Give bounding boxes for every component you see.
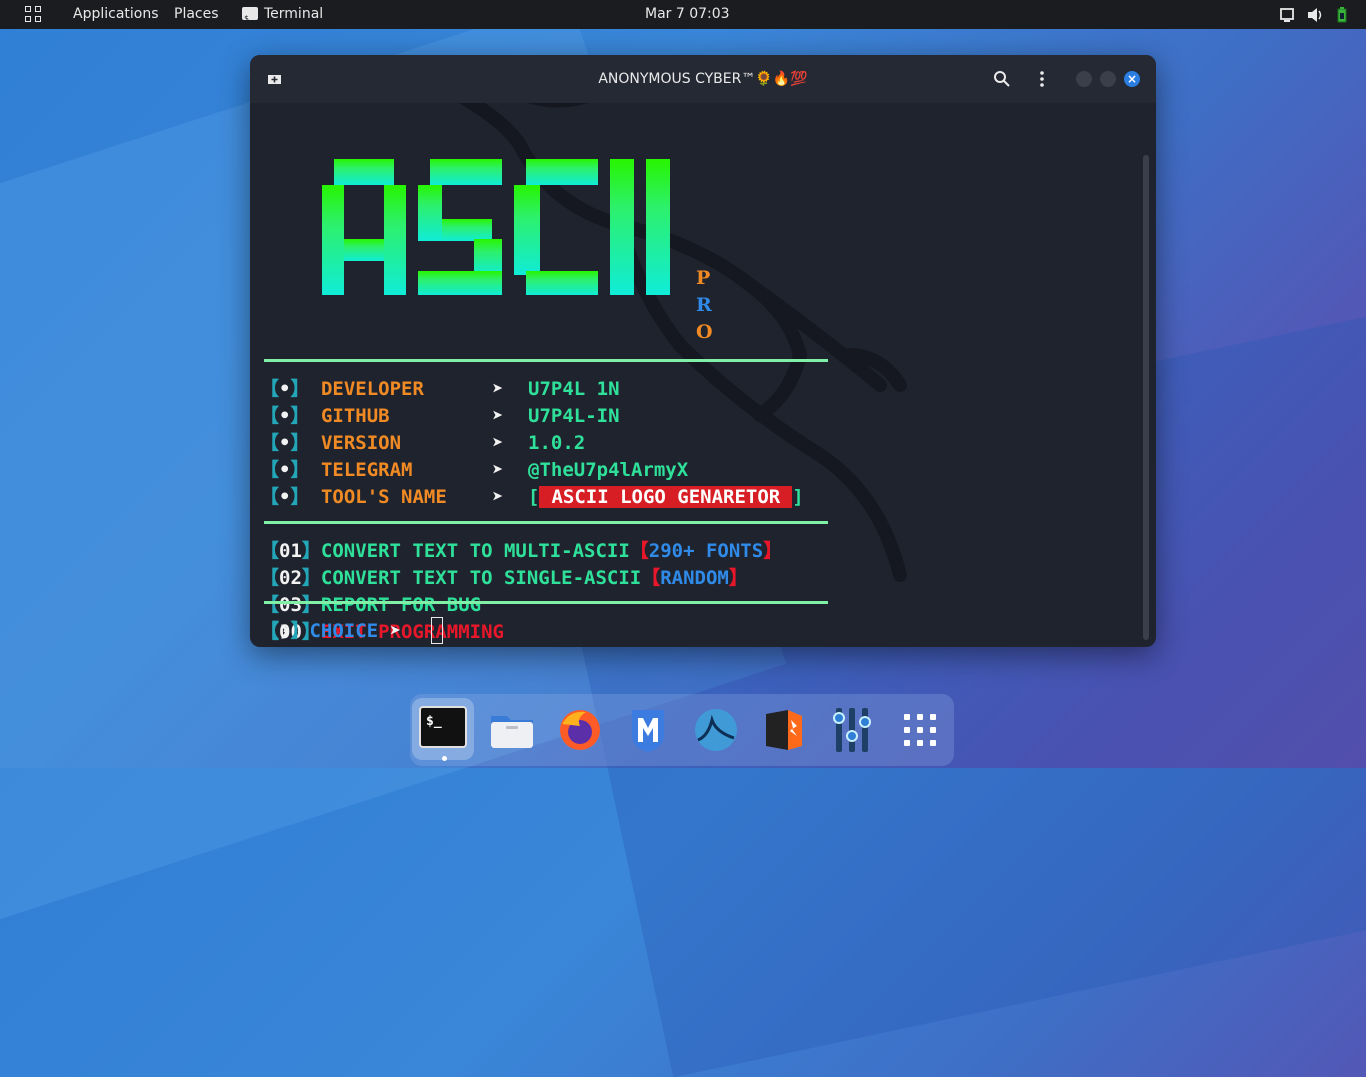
menu-kebab-icon[interactable]: [1033, 70, 1051, 88]
info-github: 【•】 GITHUB: [260, 405, 390, 427]
dock: $_: [410, 694, 954, 766]
info-github-value: U7P4L-IN: [528, 405, 620, 427]
info-developer: 【•】 DEVELOPER: [260, 378, 424, 400]
info-tool-name: 【•】 TOOL'S NAME: [260, 486, 447, 508]
info-arrow: ➤: [492, 459, 504, 481]
dock-app-grid[interactable]: [896, 706, 944, 754]
dock-burpsuite[interactable]: [760, 706, 808, 754]
divider: [264, 521, 828, 524]
search-icon[interactable]: [993, 70, 1011, 88]
screen-icon[interactable]: [1280, 7, 1295, 23]
close-button[interactable]: ×: [1124, 71, 1140, 87]
settings-mixer-icon: [833, 708, 871, 752]
running-indicator: [442, 756, 447, 761]
text-cursor[interactable]: [431, 617, 443, 644]
info-arrow: ➤: [492, 432, 504, 454]
terminal-content[interactable]: P R O 【•】 DEVELOPER ➤ U7P4L 1N 【•】 GITHU…: [250, 103, 1140, 647]
info-telegram-value: @TheU7p4lArmyX: [528, 459, 689, 481]
clock[interactable]: Mar 7 07:03: [645, 0, 730, 29]
terminal-icon: $_: [419, 706, 467, 748]
metasploit-icon: [632, 710, 664, 752]
files-icon: [491, 716, 533, 748]
svg-text:$_: $_: [426, 714, 442, 729]
places-menu[interactable]: Places: [174, 0, 219, 29]
wireshark-icon: [695, 709, 737, 751]
battery-icon[interactable]: [1336, 7, 1348, 23]
scrollbar[interactable]: [1143, 155, 1149, 640]
menu-option-01: 【01】CONVERT TEXT TO MULTI-ASCII【290+ FON…: [260, 540, 783, 562]
info-arrow: ➤: [492, 405, 504, 427]
info-telegram: 【•】 TELEGRAM: [260, 459, 413, 481]
pro-letter-r: R: [696, 294, 712, 316]
info-version: 【•】 VERSION: [260, 432, 402, 454]
maximize-button[interactable]: [1100, 71, 1116, 87]
active-app-menu[interactable]: Terminal: [242, 0, 324, 33]
info-arrow: ➤: [492, 486, 504, 508]
info-developer-value: U7P4L 1N: [528, 378, 620, 400]
pro-letter-o: O: [696, 321, 713, 343]
dock-terminal[interactable]: $_: [412, 698, 474, 760]
minimize-button[interactable]: [1076, 71, 1092, 87]
info-arrow: ➤: [492, 378, 504, 400]
dock-wireshark[interactable]: [692, 706, 740, 754]
dock-metasploit[interactable]: [624, 706, 672, 754]
dock-files[interactable]: [488, 706, 536, 754]
volume-icon[interactable]: [1307, 7, 1323, 23]
burpsuite-icon: [766, 710, 802, 750]
window-titlebar[interactable]: ANONYMOUS CYBER™🌻🔥💯 ×: [250, 55, 1156, 103]
info-tool-name-value: [ASCII LOGO GENARETOR]: [528, 486, 804, 508]
window-title: ANONYMOUS CYBER™🌻🔥💯: [598, 71, 808, 87]
info-version-value: 1.0.2: [528, 432, 586, 454]
dock-settings-mixer[interactable]: [828, 706, 876, 754]
active-app-label: Terminal: [264, 6, 324, 22]
pro-letter-p: P: [696, 267, 711, 289]
divider: [264, 359, 828, 362]
menu-option-03: 【03】REPORT FOR BUG: [260, 594, 482, 616]
divider: [264, 601, 828, 604]
ascii-logo-art: [322, 159, 670, 295]
top-panel: Applications Places Terminal Mar 7 07:03: [0, 0, 1366, 33]
choice-prompt: 【❯】CHOICE ➤: [260, 620, 402, 642]
dock-firefox[interactable]: [556, 706, 604, 754]
applications-menu[interactable]: Applications: [73, 0, 159, 29]
terminal-icon: [242, 4, 258, 33]
firefox-icon: [560, 710, 600, 750]
menu-option-02: 【02】CONVERT TEXT TO SINGLE-ASCII【RANDOM】: [260, 567, 748, 589]
terminal-window: ANONYMOUS CYBER™🌻🔥💯 × P R O 【•】 DEVELOPE…: [250, 55, 1156, 647]
app-grid-icon: [904, 714, 936, 746]
app-grid-icon[interactable]: [25, 6, 41, 22]
